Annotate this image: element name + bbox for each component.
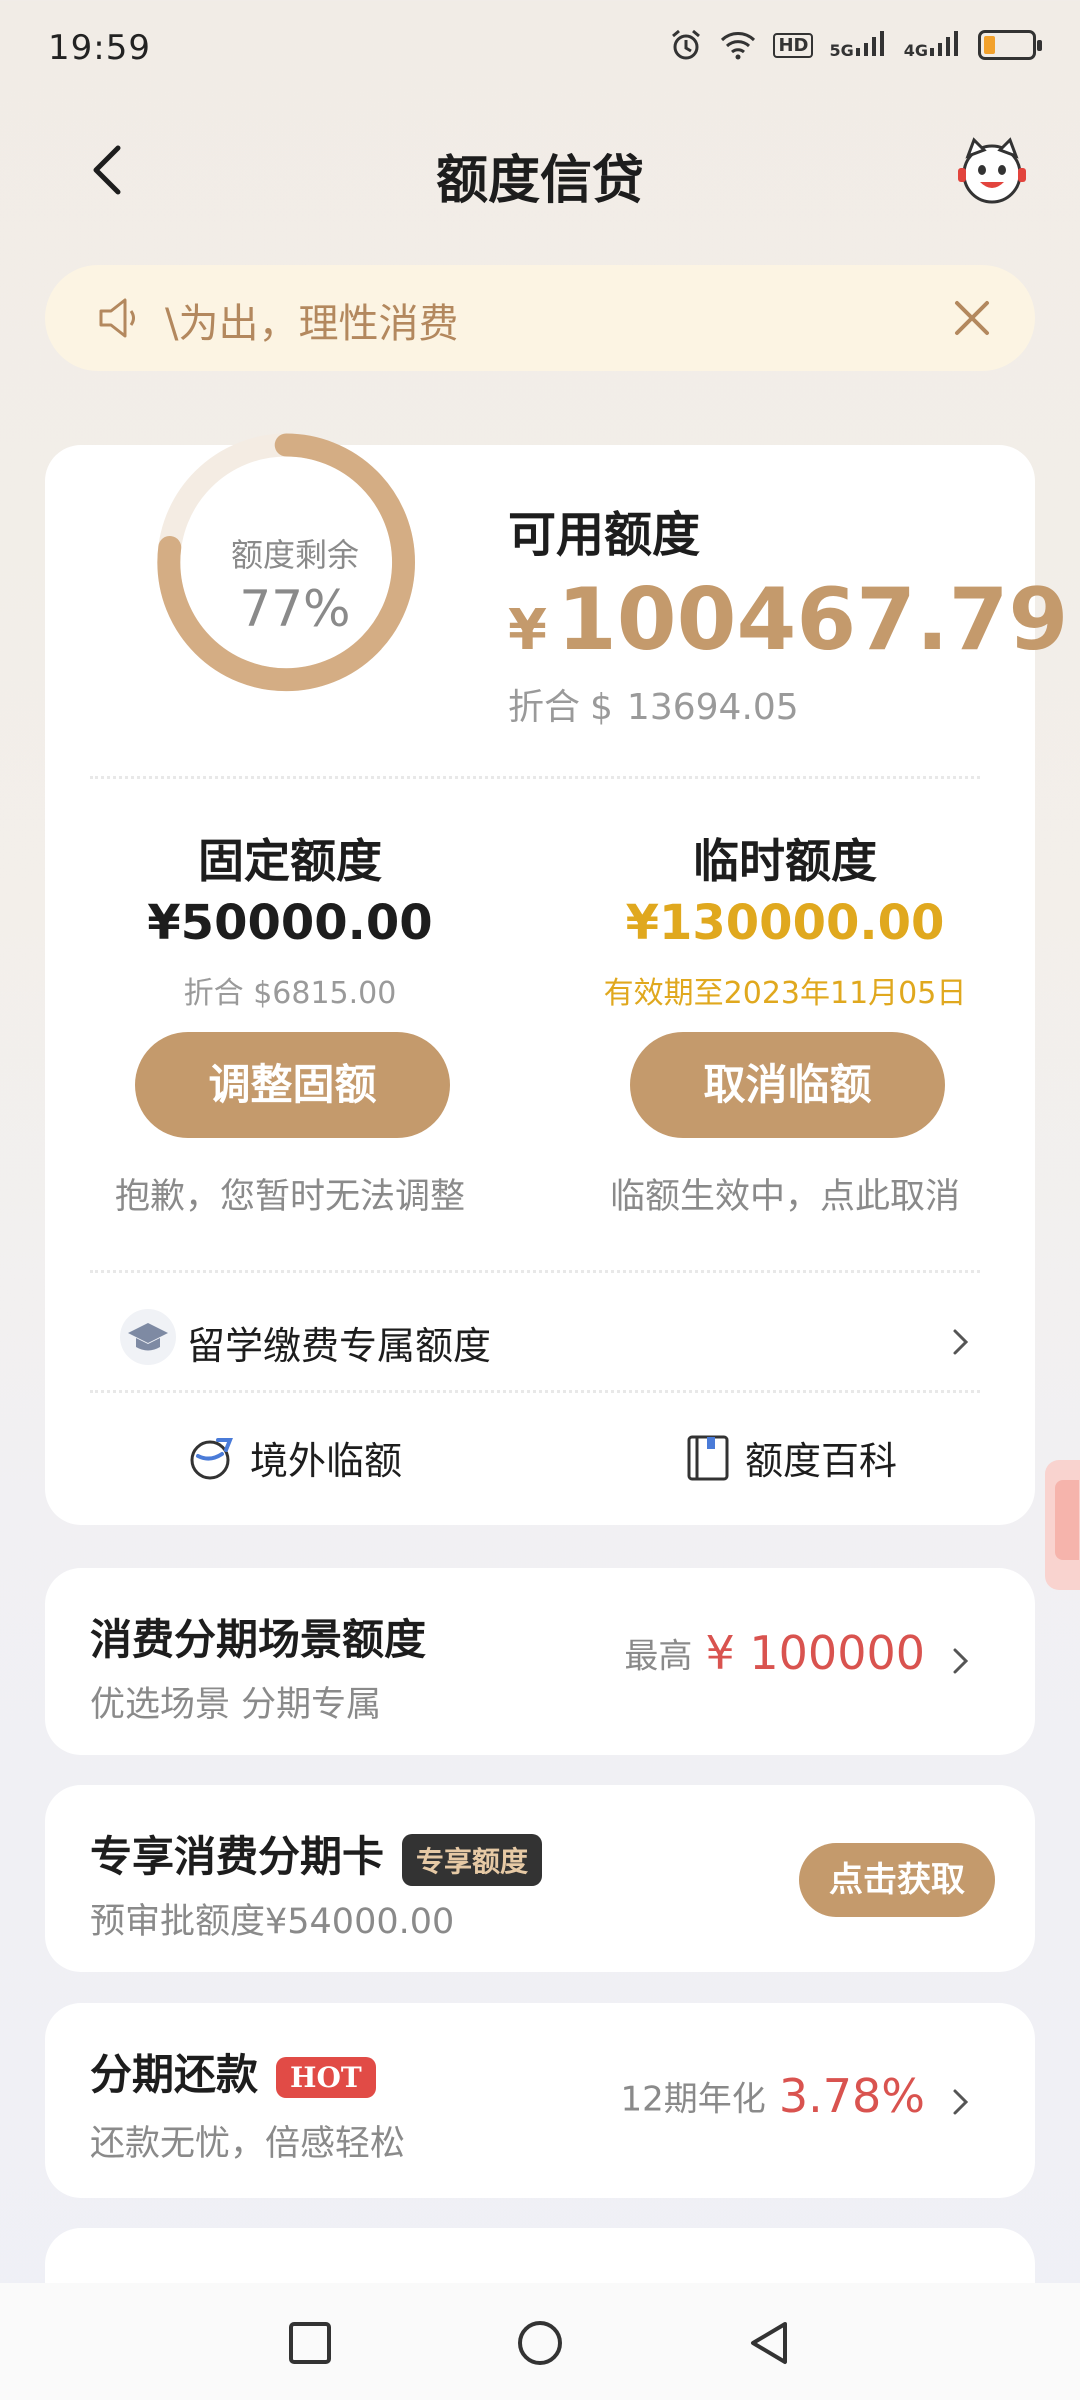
fixed-title: 固定额度 xyxy=(198,834,382,888)
wifi-icon xyxy=(721,32,756,60)
alarm-icon xyxy=(672,29,701,60)
system-nav-bar xyxy=(0,2283,1080,2400)
home-icon[interactable] xyxy=(515,2318,565,2368)
installment-repay-card[interactable]: 分期还款 HOT 还款无忧，倍感轻松 12期年化 3.78% xyxy=(45,2003,1035,2198)
repay-title-row: 分期还款 HOT xyxy=(90,2041,376,2102)
recent-apps-icon[interactable] xyxy=(285,2318,335,2368)
get-button[interactable]: 点击获取 xyxy=(799,1843,995,1917)
app-header: 额度信贷 xyxy=(0,110,1080,230)
repay-prefix: 12期年化 xyxy=(620,2079,766,2120)
available-converted: 折合 $13694.05 xyxy=(508,678,799,730)
study-abroad-limit-row[interactable]: 留学缴费专属额度 xyxy=(45,1285,1035,1395)
notice-bar[interactable]: \为出，理性消费 xyxy=(45,265,1035,371)
overseas-temp-limit-link[interactable]: 境外临额 xyxy=(188,1430,402,1485)
adjust-fixed-button[interactable]: 调整固额 xyxy=(135,1032,450,1138)
close-icon[interactable] xyxy=(947,293,997,343)
available-label: 可用额度 xyxy=(508,507,701,563)
4g-label: 4G xyxy=(903,41,928,60)
book-icon xyxy=(687,1435,729,1480)
quick-links: 境外临额 额度百科 xyxy=(45,1405,1035,1515)
exclusive-title-row: 专享消费分期卡 专享额度 xyxy=(90,1823,543,1886)
installment-prefix: 最高 xyxy=(624,1636,693,1677)
repay-title: 分期还款 xyxy=(90,2050,259,2099)
installment-scene-card[interactable]: 消费分期场景额度 优选场景 分期专属 最高 ¥ 100000 xyxy=(45,1568,1035,1755)
fixed-note: 抱歉，您暂时无法调整 xyxy=(114,1177,465,1217)
temporary-expiry: 有效期至2023年11月05日 xyxy=(603,976,967,1011)
available-amount: ¥100467.79 xyxy=(508,570,1068,670)
chevron-right-icon xyxy=(953,2089,969,2115)
currency-symbol: ¥ xyxy=(508,598,547,663)
speaker-icon xyxy=(99,298,135,338)
converted-prefix: 折合 xyxy=(508,687,581,728)
installment-max: 最高 ¥ 100000 xyxy=(624,1626,925,1680)
floating-promo-tab[interactable] xyxy=(1045,1460,1080,1590)
exclusive-sub: 预审批额度¥54000.00 xyxy=(90,1902,455,1942)
converted-amount: 13694.05 xyxy=(626,687,799,728)
quick-link-label: 境外临额 xyxy=(250,1439,403,1483)
hd-icon: HD xyxy=(773,32,814,58)
cancel-temporary-button[interactable]: 取消临额 xyxy=(630,1032,945,1138)
exclusive-tag: 专享额度 xyxy=(402,1833,543,1886)
temporary-amount: ¥130000.00 xyxy=(625,895,945,951)
5g-label: 5G xyxy=(829,41,854,60)
globe-plane-icon xyxy=(190,1437,233,1479)
exclusive-installment-card[interactable]: 专享消费分期卡 专享额度 预审批额度¥54000.00 点击获取 xyxy=(45,1785,1035,1972)
limit-encyclopedia-link[interactable]: 额度百科 xyxy=(685,1430,897,1485)
quick-link-label: 额度百科 xyxy=(745,1439,898,1483)
status-time: 19:59 xyxy=(48,28,151,68)
5g-signal-icon: 5G xyxy=(829,28,887,62)
back-triangle-icon[interactable] xyxy=(745,2318,795,2368)
mascot-icon[interactable] xyxy=(954,132,1030,208)
installment-amount: ¥ 100000 xyxy=(705,1626,926,1680)
divider xyxy=(90,1390,980,1393)
installment-title: 消费分期场景额度 xyxy=(90,1615,427,1664)
repay-rate: 12期年化 3.78% xyxy=(621,2069,926,2123)
4g-signal-icon: 4G xyxy=(904,28,962,62)
repay-sub: 还款无忧，倍感轻松 xyxy=(90,2124,406,2164)
battery-icon xyxy=(978,30,1042,60)
chevron-right-icon xyxy=(953,1648,969,1674)
repay-rate-value: 3.78% xyxy=(778,2069,925,2123)
temporary-note[interactable]: 临额生效中，点此取消 xyxy=(545,1168,1025,1219)
status-bar: 19:59 HD 5G 4G xyxy=(0,0,1080,100)
page-title: 额度信贷 xyxy=(435,151,644,211)
available-amount-value: 100467.79 xyxy=(556,570,1069,670)
divider xyxy=(90,1270,980,1273)
hot-badge: HOT xyxy=(276,2057,376,2098)
usd-symbol: $ xyxy=(590,687,613,728)
temporary-title: 临时额度 xyxy=(693,834,877,888)
status-icons: HD 5G 4G xyxy=(669,28,1042,62)
study-abroad-label: 留学缴费专属额度 xyxy=(187,1324,492,1368)
graduation-cap-icon xyxy=(120,1309,176,1365)
divider xyxy=(90,776,980,779)
fixed-converted: 折合 $6815.00 xyxy=(183,976,397,1011)
exclusive-title: 专享消费分期卡 xyxy=(90,1832,385,1881)
chevron-right-icon xyxy=(953,1329,969,1355)
ring-percent: 77% xyxy=(239,580,351,638)
installment-sub: 优选场景 分期专属 xyxy=(90,1685,382,1725)
notice-text: \为出，理性消费 xyxy=(165,301,459,347)
fixed-amount: ¥50000.00 xyxy=(147,895,433,951)
ring-label: 额度剩余 xyxy=(230,536,359,574)
